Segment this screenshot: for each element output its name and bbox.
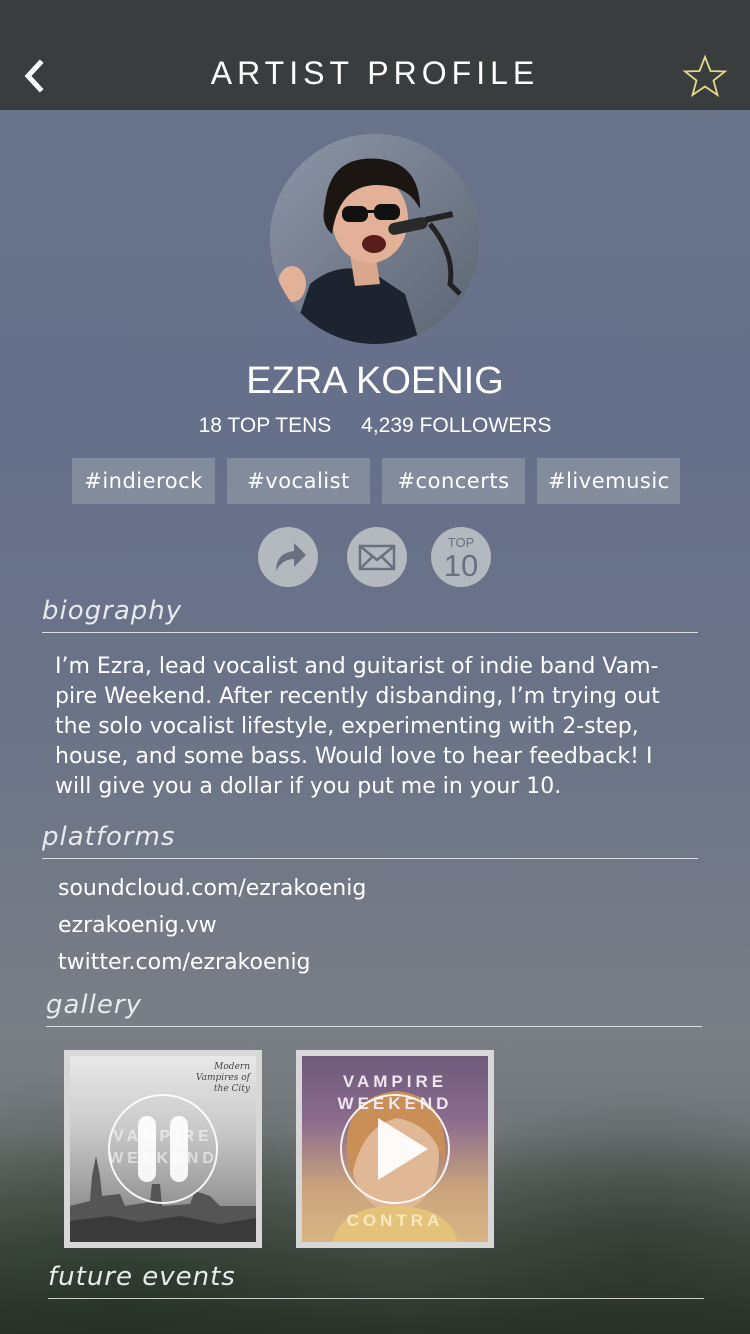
share-arrow-icon <box>276 543 306 571</box>
album-title-line1: VAMPIRE <box>342 1072 448 1091</box>
star-outline-icon <box>682 54 728 98</box>
top-tens-count: 18 TOP TENS <box>198 414 332 437</box>
play-icon <box>378 1118 428 1180</box>
platform-link-soundcloud[interactable]: soundcloud.com/ezrakoenig <box>58 876 366 901</box>
top-bar: ARTIST PROFILE <box>0 0 750 110</box>
album-card-contra[interactable]: VAMPIRE WEEKEND CONTRA <box>296 1050 494 1248</box>
mail-icon <box>358 544 396 571</box>
share-button[interactable] <box>258 527 318 587</box>
message-button[interactable] <box>347 527 407 587</box>
album-title-line3: CONTRA <box>346 1211 444 1230</box>
section-title-biography: biography <box>42 596 183 626</box>
tag-chip[interactable]: #indierock <box>72 458 215 504</box>
biography-text: I’m Ezra, lead vocalist and guitarist of… <box>55 654 660 799</box>
section-title-future-events: future events <box>48 1262 236 1292</box>
divider <box>46 1026 702 1027</box>
top10-button[interactable]: TOP 10 <box>431 527 491 587</box>
tag-chip[interactable]: #concerts <box>382 458 525 504</box>
section-title-gallery: gallery <box>46 990 142 1020</box>
play-button[interactable] <box>340 1094 450 1204</box>
pause-icon <box>138 1116 188 1182</box>
platform-link-website[interactable]: ezrakoenig.vw <box>58 913 217 938</box>
favorite-button[interactable] <box>682 54 728 100</box>
artist-name: EZRA KOENIG <box>246 360 504 402</box>
section-title-platforms: platforms <box>42 822 176 852</box>
pause-button[interactable] <box>108 1094 218 1204</box>
artist-avatar <box>270 134 480 344</box>
top10-number: 10 <box>444 548 478 583</box>
page-title: ARTIST PROFILE <box>210 55 540 91</box>
divider <box>42 858 698 859</box>
album-cover: VAMPIRE WEEKEND CONTRA <box>302 1056 488 1242</box>
divider <box>48 1298 704 1299</box>
divider <box>42 632 698 633</box>
tag-list: #indierock #vocalist #concerts #livemusi… <box>72 458 680 504</box>
tag-chip[interactable]: #vocalist <box>227 458 370 504</box>
album-cover: VAMPIRE WEEKEND Modern Vampires of the C… <box>70 1056 256 1242</box>
top10-icon: TOP 10 <box>444 535 478 583</box>
platform-link-twitter[interactable]: twitter.com/ezrakoenig <box>58 950 311 975</box>
artist-stats: 18 TOP TENS 4,239 FOLLOWERS <box>0 414 750 438</box>
tag-chip[interactable]: #livemusic <box>537 458 680 504</box>
album-card-modern-vampires[interactable]: VAMPIRE WEEKEND Modern Vampires of the C… <box>64 1050 262 1248</box>
album-script-title: Modern Vampires of the City <box>195 1062 250 1094</box>
followers-count: 4,239 FOLLOWERS <box>361 414 552 437</box>
action-bar: TOP 10 <box>0 527 750 587</box>
